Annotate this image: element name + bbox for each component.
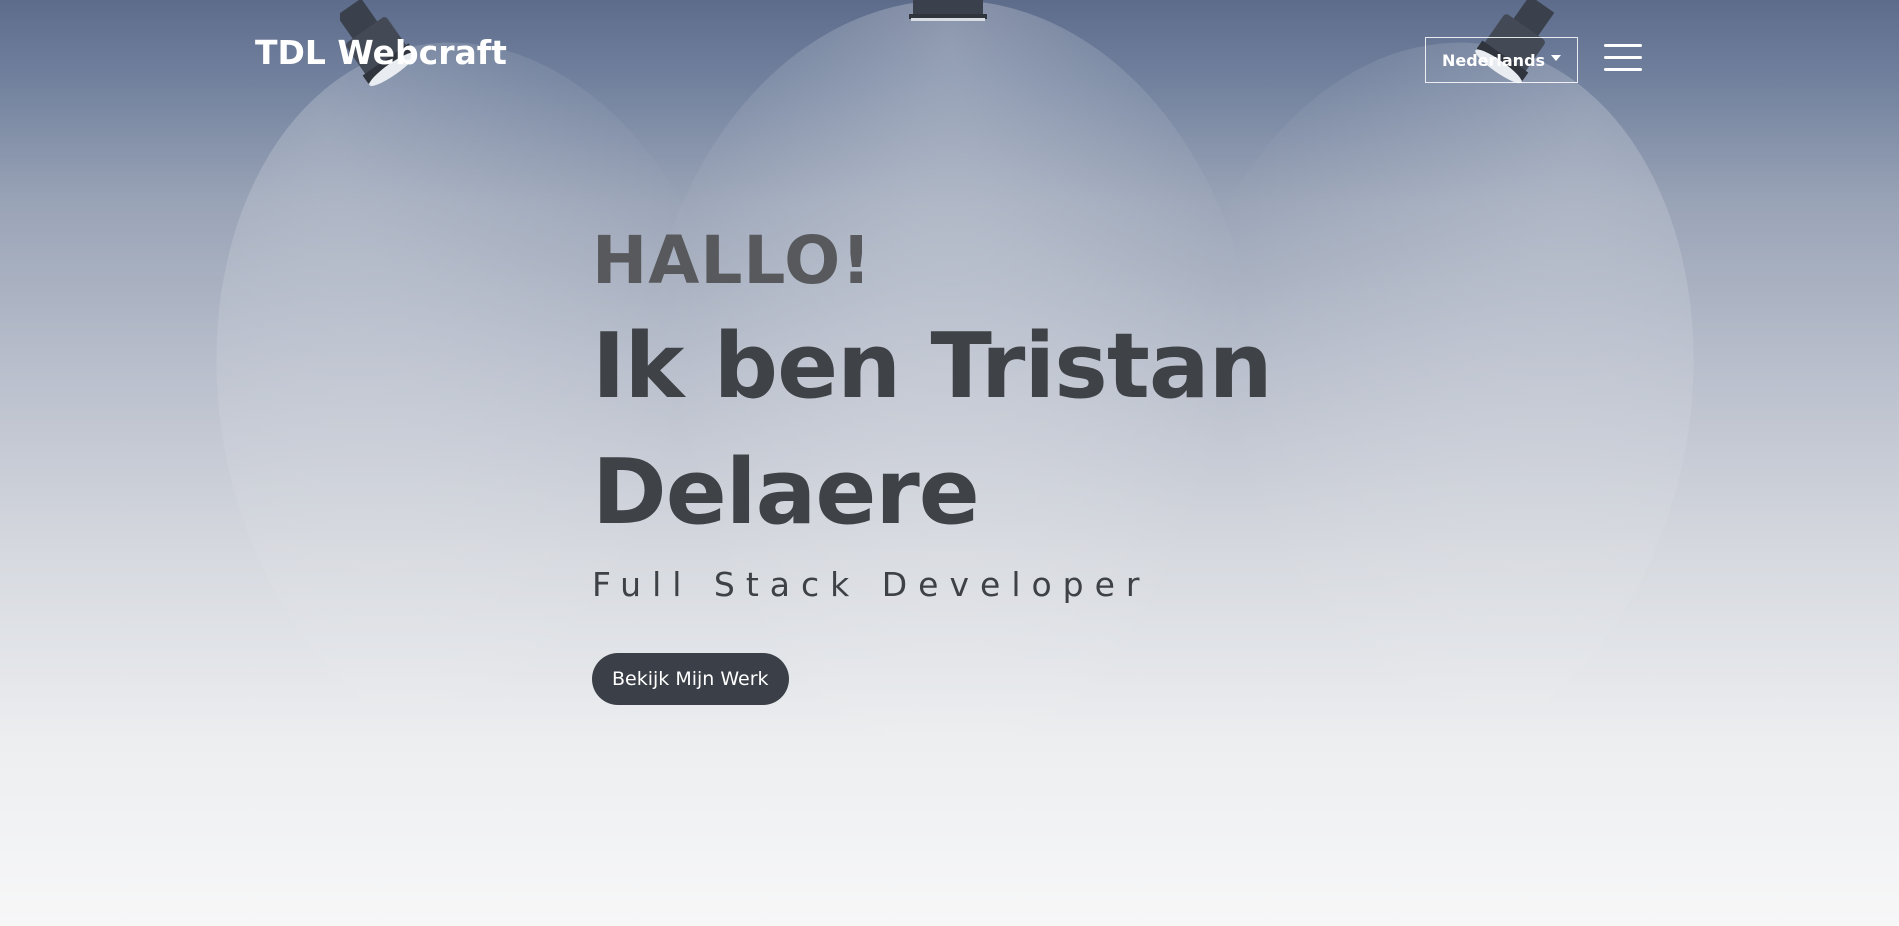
hero-section: HALLO! Ik ben Tristan Delaere Full Stack… [592,228,1492,705]
hero-subtitle: Full Stack Developer [592,565,1151,604]
brand-logo[interactable]: TDL Webcraft [255,36,507,69]
page: TDL Webcraft Nederlands HALLO! Ik ben Tr… [0,0,1899,926]
hero-name: Ik ben Tristan Delaere [592,304,1492,556]
view-work-button[interactable]: Bekijk Mijn Werk [592,653,789,705]
hamburger-bar [1604,56,1642,59]
hero-name-line-2: Delaere [592,440,980,545]
hamburger-menu-icon[interactable] [1604,44,1642,74]
caret-down-icon [1551,55,1562,61]
hamburger-bar [1604,68,1642,71]
language-label: Nederlands [1441,50,1546,70]
hero-name-line-1: Ik ben Tristan [592,314,1273,419]
language-dropdown-button[interactable]: Nederlands [1425,37,1578,83]
hamburger-bar [1604,44,1642,47]
top-navbar: TDL Webcraft Nederlands [0,0,1899,120]
hero-greeting: HALLO! [592,222,873,299]
